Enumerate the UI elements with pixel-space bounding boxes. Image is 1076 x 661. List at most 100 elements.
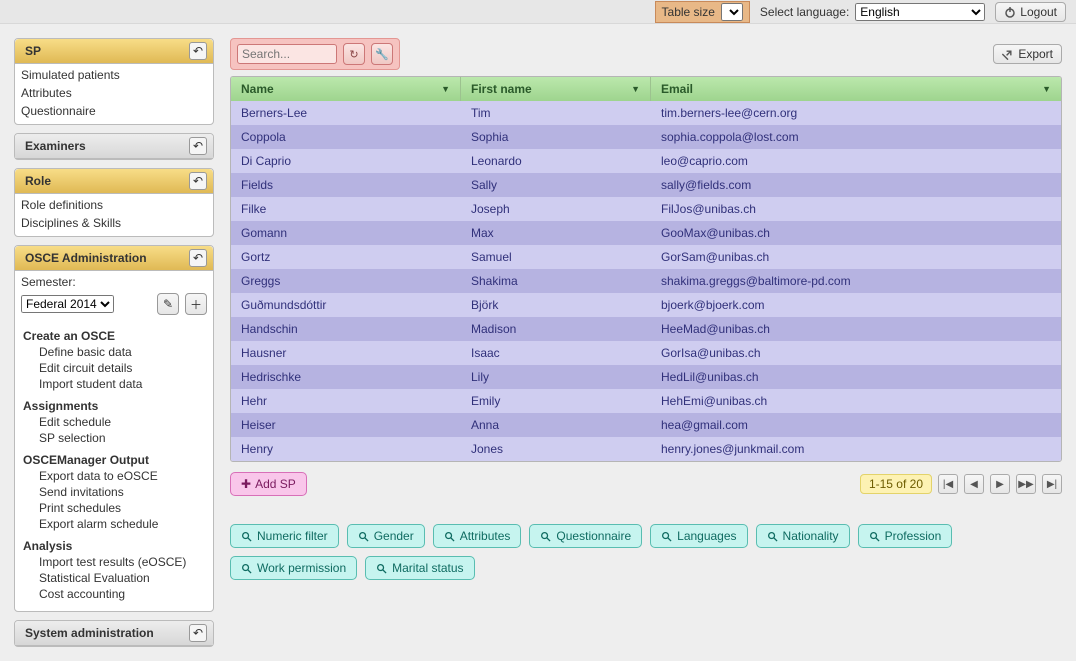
collapse-icon[interactable]: ↶ (189, 137, 207, 155)
filter-label: Languages (677, 529, 736, 543)
collapse-icon[interactable]: ↶ (189, 624, 207, 642)
sidebar-item[interactable]: Simulated patients (21, 66, 207, 84)
table-row[interactable]: Berners-LeeTimtim.berners-lee@cern.org (231, 101, 1061, 125)
sidebar-item[interactable]: Attributes (21, 84, 207, 102)
search-settings-button[interactable]: 🔧 (371, 43, 393, 65)
prev-icon: ◀ (970, 479, 978, 490)
cell-first-name: Samuel (461, 245, 651, 269)
semester-row: Federal 2014 ✎ ＋ (15, 289, 213, 319)
cell-email: GorIsa@unibas.ch (651, 341, 1061, 365)
filter-button[interactable]: Questionnaire (529, 524, 642, 548)
logout-button[interactable]: Logout (995, 2, 1066, 22)
cell-first-name: Isaac (461, 341, 651, 365)
table-row[interactable]: GortzSamuelGorSam@unibas.ch (231, 245, 1061, 269)
magnify-icon (767, 531, 778, 542)
cell-first-name: Sally (461, 173, 651, 197)
table-row[interactable]: Di CaprioLeonardoleo@caprio.com (231, 149, 1061, 173)
osce-section-item[interactable]: Export data to eOSCE (23, 467, 205, 483)
filter-button[interactable]: Nationality (756, 524, 850, 548)
filter-button[interactable]: Attributes (433, 524, 522, 548)
table-row[interactable]: HehrEmilyHehEmi@unibas.ch (231, 389, 1061, 413)
cell-first-name: Tim (461, 101, 651, 125)
panel-sp-header[interactable]: SP ↶ (15, 39, 213, 64)
sidebar-item[interactable]: Questionnaire (21, 102, 207, 120)
cell-name: Handschin (231, 317, 461, 341)
cell-first-name: Leonardo (461, 149, 651, 173)
magnify-icon (540, 531, 551, 542)
osce-section-item[interactable]: Send invitations (23, 483, 205, 499)
semester-select[interactable]: Federal 2014 (21, 295, 114, 313)
panel-osce-header[interactable]: OSCE Administration ↶ (15, 246, 213, 271)
cell-name: Guðmundsdóttir (231, 293, 461, 317)
add-semester-button[interactable]: ＋ (185, 293, 207, 315)
cell-name: Gortz (231, 245, 461, 269)
table-row[interactable]: GuðmundsdóttirBjörkbjoerk@bjoerk.com (231, 293, 1061, 317)
table-row[interactable]: GreggsShakimashakima.greggs@baltimore-pd… (231, 269, 1061, 293)
table-size-select[interactable] (721, 3, 743, 21)
panel-osce-body: Create an OSCEDefine basic dataEdit circ… (15, 319, 213, 611)
search-refresh-button[interactable]: ↻ (343, 43, 365, 65)
add-sp-button[interactable]: ✚ Add SP (230, 472, 307, 496)
th-name[interactable]: Name▼ (231, 77, 461, 101)
pager-prev-button[interactable]: ◀ (964, 474, 984, 494)
osce-section-heading: Assignments (23, 399, 205, 413)
search-input[interactable] (237, 44, 337, 64)
osce-section-heading: OSCEManager Output (23, 453, 205, 467)
table-row[interactable]: CoppolaSophiasophia.coppola@lost.com (231, 125, 1061, 149)
table-row[interactable]: FilkeJosephFilJos@unibas.ch (231, 197, 1061, 221)
osce-section-item[interactable]: SP selection (23, 429, 205, 445)
cell-name: Di Caprio (231, 149, 461, 173)
cell-first-name: Anna (461, 413, 651, 437)
panel-osce: OSCE Administration ↶ Semester: Federal … (14, 245, 214, 612)
sidebar-item[interactable]: Role definitions (21, 196, 207, 214)
osce-section-item[interactable]: Print schedules (23, 499, 205, 515)
main: ↻ 🔧 Export Name▼ First name▼ Email▼ Bern… (230, 38, 1062, 647)
table-row[interactable]: FieldsSallysally@fields.com (231, 173, 1061, 197)
magnify-icon (661, 531, 672, 542)
filter-button[interactable]: Work permission (230, 556, 357, 580)
filter-button[interactable]: Numeric filter (230, 524, 339, 548)
pager-last-button[interactable]: ▶| (1042, 474, 1062, 494)
table-row[interactable]: HeiserAnnahea@gmail.com (231, 413, 1061, 437)
cell-first-name: Lily (461, 365, 651, 389)
filter-button[interactable]: Profession (858, 524, 953, 548)
osce-section-item[interactable]: Cost accounting (23, 585, 205, 601)
osce-section-item[interactable]: Edit circuit details (23, 359, 205, 375)
export-button[interactable]: Export (993, 44, 1062, 64)
collapse-icon[interactable]: ↶ (189, 42, 207, 60)
pager-first-button[interactable]: |◀ (938, 474, 958, 494)
panel-role-header[interactable]: Role ↶ (15, 169, 213, 194)
table-row[interactable]: HausnerIsaacGorIsa@unibas.ch (231, 341, 1061, 365)
pager-status: 1-15 of 20 (860, 474, 932, 494)
cell-name: Heiser (231, 413, 461, 437)
pager-skip-button[interactable]: ▶▶ (1016, 474, 1036, 494)
cell-first-name: Joseph (461, 197, 651, 221)
osce-section-item[interactable]: Statistical Evaluation (23, 569, 205, 585)
pager-next-button[interactable]: ▶ (990, 474, 1010, 494)
panel-examiners-header[interactable]: Examiners ↶ (15, 134, 213, 159)
osce-section-item[interactable]: Import test results (eOSCE) (23, 553, 205, 569)
osce-section-item[interactable]: Edit schedule (23, 413, 205, 429)
sort-icon: ▼ (631, 84, 640, 94)
collapse-icon[interactable]: ↶ (189, 172, 207, 190)
magnify-icon (376, 563, 387, 574)
table-footer: ✚ Add SP 1-15 of 20 |◀ ◀ ▶ ▶▶ ▶| (230, 472, 1062, 496)
table-row[interactable]: GomannMaxGooMax@unibas.ch (231, 221, 1061, 245)
th-first-name[interactable]: First name▼ (461, 77, 651, 101)
th-email[interactable]: Email▼ (651, 77, 1061, 101)
table-row[interactable]: HandschinMadisonHeeMad@unibas.ch (231, 317, 1061, 341)
osce-section-item[interactable]: Import student data (23, 375, 205, 391)
language-select[interactable]: English (855, 3, 985, 21)
osce-section-item[interactable]: Define basic data (23, 343, 205, 359)
table-row[interactable]: HenryJoneshenry.jones@junkmail.com (231, 437, 1061, 461)
search-box: ↻ 🔧 (230, 38, 400, 70)
sidebar-item[interactable]: Disciplines & Skills (21, 214, 207, 232)
osce-section-item[interactable]: Export alarm schedule (23, 515, 205, 531)
edit-semester-button[interactable]: ✎ (157, 293, 179, 315)
cell-name: Filke (231, 197, 461, 221)
table-row[interactable]: HedrischkeLilyHedLil@unibas.ch (231, 365, 1061, 389)
filter-button[interactable]: Marital status (365, 556, 474, 580)
filter-button[interactable]: Languages (650, 524, 747, 548)
filter-button[interactable]: Gender (347, 524, 425, 548)
collapse-icon[interactable]: ↶ (189, 249, 207, 267)
